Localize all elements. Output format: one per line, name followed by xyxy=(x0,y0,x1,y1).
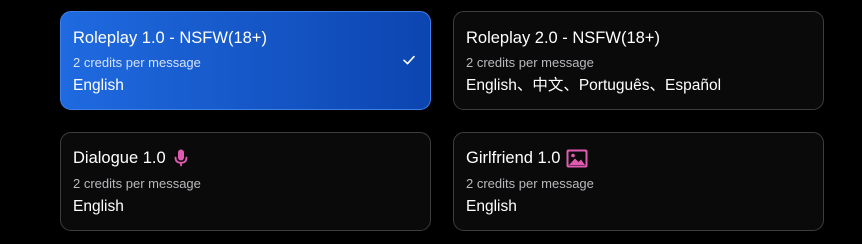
model-option-roleplay-1[interactable]: Roleplay 1.0 - NSFW(18+) 2 credits per m… xyxy=(60,11,431,110)
model-option-roleplay-2[interactable]: Roleplay 2.0 - NSFW(18+) 2 credits per m… xyxy=(453,11,824,110)
card-languages: English xyxy=(73,77,124,94)
card-languages: English、中文、Português、Español xyxy=(466,77,722,94)
card-title-row: Girlfriend 1.0 xyxy=(466,147,588,169)
card-title: Roleplay 1.0 - NSFW(18+) xyxy=(73,29,267,47)
card-title-row: Dialogue 1.0 xyxy=(73,147,188,169)
card-title: Roleplay 2.0 - NSFW(18+) xyxy=(466,29,660,47)
card-title: Girlfriend 1.0 xyxy=(466,149,561,167)
card-languages: English xyxy=(466,198,517,215)
card-credits: 2 credits per message xyxy=(73,55,201,70)
card-title: Dialogue 1.0 xyxy=(73,149,166,167)
card-title-row: Roleplay 2.0 - NSFW(18+) xyxy=(466,27,660,49)
model-option-dialogue-1[interactable]: Dialogue 1.0 2 credits per message Engli… xyxy=(60,132,431,231)
card-title-row: Roleplay 1.0 - NSFW(18+) xyxy=(73,27,267,49)
checkmark-icon xyxy=(403,55,415,65)
card-credits: 2 credits per message xyxy=(73,176,201,191)
microphone-icon xyxy=(174,149,188,167)
card-languages: English xyxy=(73,198,124,215)
card-credits: 2 credits per message xyxy=(466,176,594,191)
model-option-girlfriend-1[interactable]: Girlfriend 1.0 2 credits per message Eng… xyxy=(453,132,824,231)
image-icon xyxy=(566,149,588,168)
card-credits: 2 credits per message xyxy=(466,55,594,70)
